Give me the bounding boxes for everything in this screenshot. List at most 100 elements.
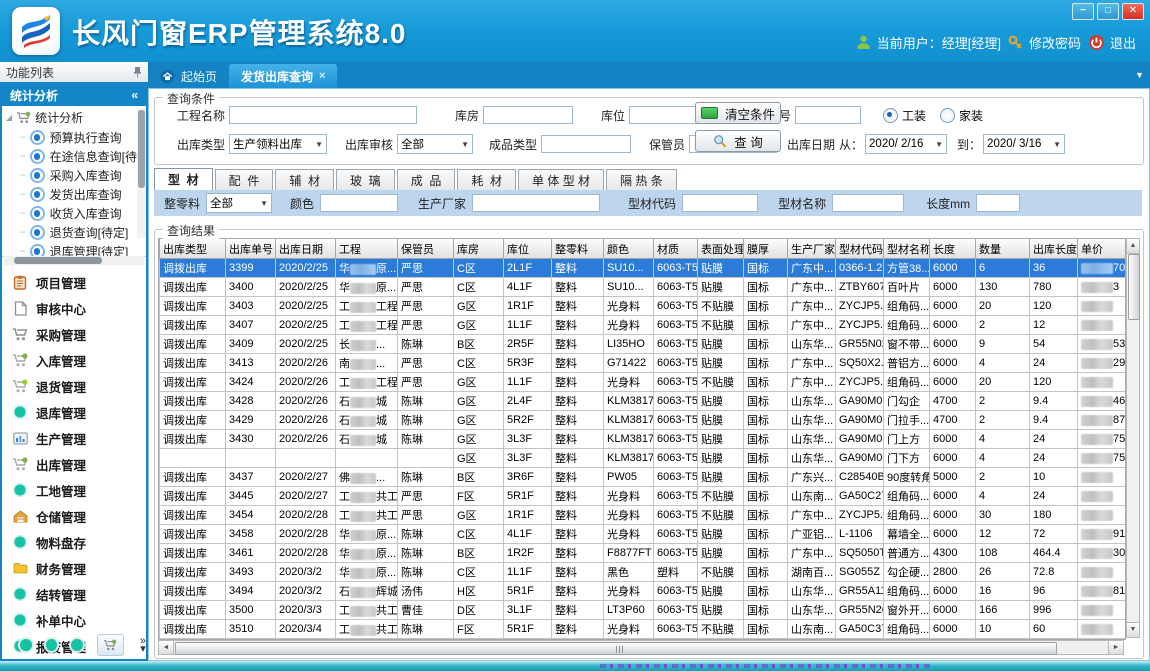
change-password-button[interactable]: 修改密码 xyxy=(1008,33,1081,52)
out-type-select[interactable]: 生产领料出库▼ xyxy=(229,134,327,154)
table-row[interactable]: 调拨出库34612020/2/28华原...陈琳B区1R2F整料F8877FT6… xyxy=(160,544,1127,563)
table-row[interactable]: 调拨出库34932020/3/2华原...陈琳C区1L1F整料黑色塑料不贴膜国标… xyxy=(160,563,1127,582)
tab-shipping-outbound-query[interactable]: 发货出库查询 × xyxy=(229,64,337,88)
column-header-整零料[interactable]: 整零料 xyxy=(552,239,604,259)
collapsed-module-icon[interactable] xyxy=(20,639,32,651)
column-header-保管员[interactable]: 保管员 xyxy=(398,239,454,259)
tab-home[interactable]: 起始页 xyxy=(148,64,229,88)
table-row[interactable]: 调拨出库34242020/2/26工工程严思G区1L1F整料光身料6063-T5… xyxy=(160,373,1127,392)
material-tab-成品[interactable]: 成 品 xyxy=(397,169,456,190)
table-row[interactable]: G区3L3F整料KLM38176063-T5贴膜国标山东华...GA90M09.… xyxy=(160,449,1127,468)
table-row[interactable]: 调拨出库35102020/3/4工共工程陈琳F区5R1F整料光身料6063-T5… xyxy=(160,620,1127,639)
material-tab-隔热条[interactable]: 隔 热 条 xyxy=(606,169,677,190)
collapse-panel-button[interactable]: « xyxy=(131,88,138,102)
material-tab-辅材[interactable]: 辅 材 xyxy=(275,169,334,190)
table-row[interactable]: 调拨出库34942020/3/2石辉城汤伟H区5R1F整料光身料6063-T5贴… xyxy=(160,582,1127,601)
radio-jiazhuang[interactable]: 家装 xyxy=(940,107,983,124)
color-input[interactable] xyxy=(320,194,398,212)
logout-button[interactable]: 退出 xyxy=(1088,33,1136,52)
tab-list-dropdown-icon[interactable]: ▼ xyxy=(1135,70,1144,80)
sidebar-item-仓储管理[interactable]: 仓储管理 xyxy=(2,503,146,529)
sidebar-item-入库管理[interactable]: 入库管理 xyxy=(2,347,146,373)
collapsed-module-icon[interactable] xyxy=(46,639,58,651)
warehouse-input[interactable] xyxy=(483,106,573,124)
sidebar-item-采购管理[interactable]: 采购管理 xyxy=(2,321,146,347)
material-tab-玻璃[interactable]: 玻 璃 xyxy=(336,169,395,190)
maker-input[interactable] xyxy=(472,194,600,212)
length-input[interactable] xyxy=(976,194,1020,212)
column-header-出库单号[interactable]: 出库单号 xyxy=(226,239,276,259)
date-from-picker[interactable]: 2020/ 2/16▼ xyxy=(865,134,947,154)
date-to-picker[interactable]: 2020/ 3/16▼ xyxy=(983,134,1065,154)
table-row[interactable]: 调拨出库34372020/2/27佛...陈琳B区3R6F整料PW056063-… xyxy=(160,468,1127,487)
menu-overflow-button[interactable]: »▾ xyxy=(140,637,146,653)
column-header-出库类型[interactable]: 出库类型 xyxy=(160,239,226,259)
radio-gongzhuang[interactable]: 工装 xyxy=(883,107,926,124)
collapsed-cart-button[interactable] xyxy=(97,634,124,656)
clear-conditions-button[interactable]: 清空条件 xyxy=(695,102,781,124)
search-button[interactable]: 查 询 xyxy=(695,130,781,152)
profile-name-input[interactable] xyxy=(832,194,904,212)
tree-root-node[interactable]: ◢ 统计分析 xyxy=(2,106,146,128)
table-row[interactable]: 调拨出库34002020/2/25华原...严思C区4L1F整料SU10...6… xyxy=(160,278,1127,297)
collapsed-module-icon[interactable] xyxy=(71,639,83,651)
table-row[interactable]: 调拨出库34032020/2/25工工程严思G区1R1F整料光身料6063-T5… xyxy=(160,297,1127,316)
column-header-出库日期[interactable]: 出库日期 xyxy=(276,239,336,259)
sidebar-item-工地管理[interactable]: 工地管理 xyxy=(2,477,146,503)
table-row[interactable]: 调拨出库34302020/2/26石城陈琳G区3L3F整料KLM38176063… xyxy=(160,430,1127,449)
tab-close-icon[interactable]: × xyxy=(319,70,325,82)
column-header-颜色[interactable]: 颜色 xyxy=(604,239,654,259)
column-header-数量[interactable]: 数量 xyxy=(976,239,1030,259)
expander-icon[interactable]: ◢ xyxy=(6,113,12,122)
sidebar-item-审核中心[interactable]: 审核中心 xyxy=(2,295,146,321)
sidebar-item-补单中心[interactable]: 补单中心 xyxy=(2,607,146,633)
column-header-库房[interactable]: 库房 xyxy=(454,239,504,259)
audit-select[interactable]: 全部▼ xyxy=(397,134,473,154)
tree-item-退库管理[待定][interactable]: --退库管理[待定] xyxy=(2,242,146,257)
table-row[interactable]: 调拨出库34072020/2/25工工程严思G区1L1F整料光身料6063-T5… xyxy=(160,316,1127,335)
tree-item-收货入库查询[interactable]: --收货入库查询 xyxy=(2,204,146,223)
maximize-button[interactable]: □ xyxy=(1097,3,1119,20)
sidebar-item-结转管理[interactable]: 结转管理 xyxy=(2,581,146,607)
tree-item-发货出库查询[interactable]: --发货出库查询 xyxy=(2,185,146,204)
sidebar-item-物料盘存[interactable]: 物料盘存 xyxy=(2,529,146,555)
table-row[interactable]: 调拨出库34132020/2/26南...严思C区5R3F整料G71422606… xyxy=(160,354,1127,373)
project-name-input[interactable] xyxy=(229,106,417,124)
material-tab-配件[interactable]: 配 件 xyxy=(215,169,274,190)
product-type-input[interactable] xyxy=(541,135,631,153)
table-vertical-scrollbar[interactable]: ▲ ▼ xyxy=(1126,238,1140,638)
table-row[interactable]: 调拨出库34452020/2/27工共工程严思F区5R1F整料光身料6063-T… xyxy=(160,487,1127,506)
pin-icon[interactable] xyxy=(133,66,142,78)
column-header-单价[interactable]: 单价 xyxy=(1078,239,1127,259)
tree-vertical-scrollbar[interactable] xyxy=(137,108,146,238)
tree-horizontal-scrollbar[interactable] xyxy=(4,256,144,265)
column-header-生产厂家[interactable]: 生产厂家 xyxy=(788,239,836,259)
table-row[interactable]: 调拨出库34542020/2/28工共工程严思G区1R1F整料光身料6063-T… xyxy=(160,506,1127,525)
column-header-出库长度[interactable]: 出库长度 xyxy=(1030,239,1078,259)
whole-piece-select[interactable]: 全部▼ xyxy=(206,193,272,213)
sidebar-item-财务管理[interactable]: 财务管理 xyxy=(2,555,146,581)
table-row[interactable]: 调拨出库35002020/3/3工共工程曹佳D区3L1F整料LT3P606063… xyxy=(160,601,1127,620)
tree-item-在途信息查询[待[interactable]: --在途信息查询[待 xyxy=(2,147,146,166)
column-header-表面处理[interactable]: 表面处理 xyxy=(698,239,744,259)
sidebar-item-出库管理[interactable]: 出库管理 xyxy=(2,451,146,477)
table-row[interactable]: 调拨出库34282020/2/26石城陈琳G区2L4F整料KLM38176063… xyxy=(160,392,1127,411)
column-header-型材代码[interactable]: 型材代码 xyxy=(836,239,884,259)
table-row[interactable]: 调拨出库34092020/2/25长...陈琳B区2R5F整料LI35HO606… xyxy=(160,335,1127,354)
column-header-材质[interactable]: 材质 xyxy=(654,239,698,259)
sidebar-item-项目管理[interactable]: 项目管理 xyxy=(2,269,146,295)
sidebar-item-退货管理[interactable]: 退货管理 xyxy=(2,373,146,399)
minimize-button[interactable]: − xyxy=(1072,3,1094,20)
tree-item-预算执行查询[interactable]: --预算执行查询 xyxy=(2,128,146,147)
material-tab-耗材[interactable]: 耗 材 xyxy=(457,169,516,190)
column-header-膜厚[interactable]: 膜厚 xyxy=(744,239,788,259)
tree-item-退货查询[待定][interactable]: --退货查询[待定] xyxy=(2,223,146,242)
column-header-库位[interactable]: 库位 xyxy=(504,239,552,259)
table-horizontal-scrollbar[interactable]: ◄ ► xyxy=(158,640,1124,655)
column-header-工程[interactable]: 工程 xyxy=(336,239,398,259)
table-row[interactable]: 调拨出库33992020/2/25华原...严思C区2L1F整料SU10...6… xyxy=(160,259,1127,278)
table-row[interactable]: 调拨出库34582020/2/28华原...陈琳C区4L1F整料光身料6063-… xyxy=(160,525,1127,544)
material-tab-型材[interactable]: 型 材 xyxy=(154,168,213,190)
close-button[interactable]: ✕ xyxy=(1122,3,1144,20)
profile-code-input[interactable] xyxy=(682,194,758,212)
